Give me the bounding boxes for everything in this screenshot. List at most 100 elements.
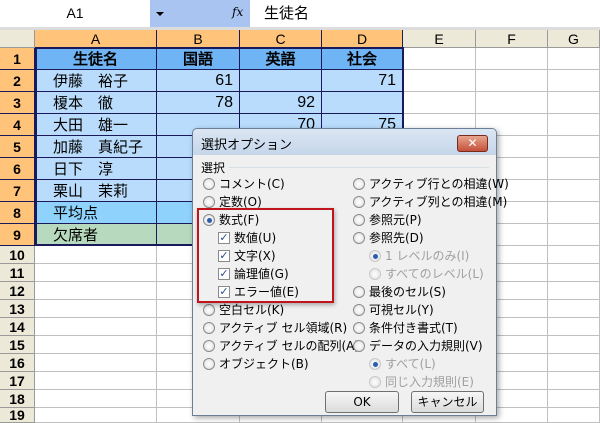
radio-icon [203, 196, 215, 208]
option-label: 1 レベルのみ(I) [385, 249, 470, 263]
cell-d3[interactable] [322, 92, 403, 114]
cell-g16[interactable] [548, 354, 600, 372]
cell-a12[interactable] [35, 282, 157, 300]
cell-g6[interactable] [548, 158, 600, 180]
cell-c3[interactable]: 92 [240, 92, 322, 114]
cell-a9[interactable]: 欠席者 [35, 224, 157, 246]
cell-a4[interactable]: 大田 雄一 [35, 114, 157, 136]
row-header-7[interactable]: 7 [0, 180, 35, 202]
row-header-3[interactable]: 3 [0, 92, 35, 114]
cell-a14[interactable] [35, 318, 157, 336]
option-label: 同じ入力規則(E) [385, 375, 474, 389]
row-header-15[interactable]: 15 [0, 336, 35, 354]
cell-g13[interactable] [548, 300, 600, 318]
cell-a15[interactable] [35, 336, 157, 354]
column-header-e[interactable]: E [403, 30, 476, 48]
cell-a2[interactable]: 伊藤 裕子 [35, 70, 157, 92]
cell-g5[interactable] [548, 136, 600, 158]
column-header-b[interactable]: B [157, 30, 240, 48]
cell-a18[interactable] [35, 390, 157, 408]
column-header-a[interactable]: A [35, 30, 157, 48]
cell-g18[interactable] [548, 390, 600, 408]
row-header-1[interactable]: 1 [0, 48, 35, 70]
cell-g4[interactable] [548, 114, 600, 136]
option-label: 条件付き書式(T) [369, 321, 458, 335]
cell-b3[interactable]: 78 [157, 92, 240, 114]
group-label: 選択 [201, 161, 226, 175]
radio-icon [353, 304, 365, 316]
cell-a19[interactable] [35, 408, 157, 423]
cell-a17[interactable] [35, 372, 157, 390]
cell-a10[interactable] [35, 246, 157, 264]
cell-g8[interactable] [548, 202, 600, 224]
cell-b2[interactable]: 61 [157, 70, 240, 92]
cell-a16[interactable] [35, 354, 157, 372]
row-header-10[interactable]: 10 [0, 246, 35, 264]
cell-f1[interactable] [476, 48, 548, 70]
row-header-11[interactable]: 11 [0, 264, 35, 282]
cell-b1[interactable]: 国語 [157, 48, 240, 70]
cell-g10[interactable] [548, 246, 600, 264]
row-header-8[interactable]: 8 [0, 202, 35, 224]
column-header-c[interactable]: C [240, 30, 322, 48]
column-header-f[interactable]: F [476, 30, 548, 48]
row-header-12[interactable]: 12 [0, 282, 35, 300]
radio-icon [369, 358, 381, 370]
cell-g9[interactable] [548, 224, 600, 246]
row-header-17[interactable]: 17 [0, 372, 35, 390]
cell-c2[interactable] [240, 70, 322, 92]
row-header-4[interactable]: 4 [0, 114, 35, 136]
cell-e1[interactable] [403, 48, 476, 70]
cell-g7[interactable] [548, 180, 600, 202]
cell-d2[interactable]: 71 [322, 70, 403, 92]
cell-g11[interactable] [548, 264, 600, 282]
option-label: アクティブ セルの配列(A) [219, 339, 360, 353]
cell-a13[interactable] [35, 300, 157, 318]
name-box[interactable]: A1 [0, 0, 150, 27]
cell-e2[interactable] [403, 70, 476, 92]
row-header-18[interactable]: 18 [0, 390, 35, 408]
row-header-5[interactable]: 5 [0, 136, 35, 158]
cell-a8[interactable]: 平均点 [35, 202, 157, 224]
cell-c1[interactable]: 英語 [240, 48, 322, 70]
cell-f3[interactable] [476, 92, 548, 114]
row-header-2[interactable]: 2 [0, 70, 35, 92]
cell-g14[interactable] [548, 318, 600, 336]
formula-bar-input[interactable]: 生徒名 [252, 0, 600, 27]
cell-d1[interactable]: 社会 [322, 48, 403, 70]
row-header-9[interactable]: 9 [0, 224, 35, 246]
select-all-corner[interactable] [0, 30, 35, 48]
option-label: オブジェクト(B) [219, 357, 309, 371]
option-label: すべてのレベル(L) [385, 267, 484, 281]
insert-function-icon[interactable]: fx [232, 5, 243, 19]
row-header-6[interactable]: 6 [0, 158, 35, 180]
ok-button[interactable]: OK [325, 391, 399, 413]
cell-g1[interactable] [548, 48, 600, 70]
option-label: アクティブ セル領域(R) [219, 321, 348, 335]
cell-g2[interactable] [548, 70, 600, 92]
chevron-down-icon[interactable] [156, 12, 164, 16]
cell-e3[interactable] [403, 92, 476, 114]
cell-a6[interactable]: 日下 淳 [35, 158, 157, 180]
radio-icon [203, 178, 215, 190]
cell-a3[interactable]: 榎本 徹 [35, 92, 157, 114]
cell-g15[interactable] [548, 336, 600, 354]
cell-g19[interactable] [548, 408, 600, 423]
cancel-button[interactable]: キャンセル [411, 391, 484, 413]
cell-g3[interactable] [548, 92, 600, 114]
row-header-19[interactable]: 19 [0, 408, 35, 423]
cell-a11[interactable] [35, 264, 157, 282]
cell-a1[interactable]: 生徒名 [35, 48, 157, 70]
column-header-d[interactable]: D [322, 30, 403, 48]
cell-f2[interactable] [476, 70, 548, 92]
close-button[interactable]: ✕ [457, 135, 488, 152]
cell-g12[interactable] [548, 282, 600, 300]
row-header-16[interactable]: 16 [0, 354, 35, 372]
cell-a5[interactable]: 加藤 真紀子 [35, 136, 157, 158]
cell-g17[interactable] [548, 372, 600, 390]
name-box-dropdown[interactable]: fx [150, 0, 250, 27]
cell-a7[interactable]: 栗山 茉莉 [35, 180, 157, 202]
row-header-13[interactable]: 13 [0, 300, 35, 318]
row-header-14[interactable]: 14 [0, 318, 35, 336]
column-header-g[interactable]: G [548, 30, 600, 48]
